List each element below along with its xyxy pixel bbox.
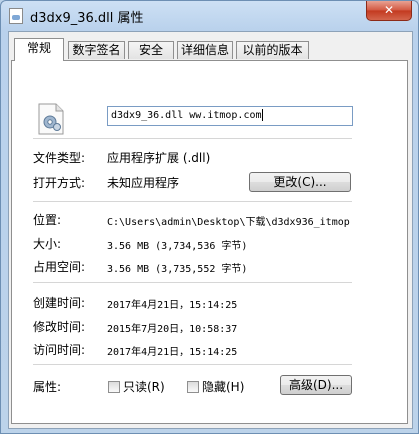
tab-digital-signatures[interactable]: 数字签名 (68, 41, 125, 59)
location-label: 位置: (33, 213, 62, 227)
created-value: 2017年4月21日，15:14:25 (107, 300, 238, 311)
accessed-value: 2017年4月21日，15:14:25 (107, 347, 238, 358)
properties-window: d3dx9_36.dll 属性 ✕ 常规 数字签名 安全 详细信息 以前的版本 … (0, 0, 419, 434)
created-label: 创建时间: (33, 296, 86, 310)
tab-security[interactable]: 安全 (128, 41, 174, 59)
separator (33, 364, 352, 365)
file-icon (9, 8, 23, 24)
hidden-label[interactable]: 隐藏(H) (202, 378, 244, 395)
change-button[interactable]: 更改(C)... (249, 172, 351, 192)
size-label: 大小: (33, 237, 62, 251)
size-value: 3.56 MB (3,734,536 字节) (107, 241, 248, 252)
disk-size-label: 占用空间: (33, 260, 86, 274)
tab-general[interactable]: 常规 (14, 38, 64, 61)
open-with-label: 打开方式: (33, 176, 86, 190)
filename-input[interactable]: d3dx9_36.dll ww.itmop.com (107, 106, 353, 126)
title-bar[interactable]: d3dx9_36.dll 属性 ✕ (1, 1, 418, 31)
close-button[interactable]: ✕ (366, 1, 412, 21)
separator (33, 282, 352, 283)
text-caret (261, 109, 263, 121)
readonly-label[interactable]: 只读(R) (123, 378, 165, 395)
dialog-client: 常规 数字签名 安全 详细信息 以前的版本 d3dx9_36.dll ww.it… (8, 31, 413, 429)
advanced-button[interactable]: 高级(D)... (280, 375, 352, 395)
attributes-label: 属性: (33, 380, 62, 394)
file-type-label: 文件类型: (33, 151, 86, 165)
filename-text: d3dx9_36.dll ww.itmop.com (111, 110, 262, 121)
file-type-value: 应用程序扩展 (.dll) (107, 151, 211, 165)
tab-details[interactable]: 详细信息 (177, 41, 233, 59)
tab-previous-versions[interactable]: 以前的版本 (236, 41, 309, 59)
accessed-label: 访问时间: (33, 343, 86, 357)
open-with-value: 未知应用程序 (107, 176, 180, 190)
modified-label: 修改时间: (33, 320, 86, 334)
readonly-checkbox[interactable] (108, 381, 120, 393)
dll-file-gear-icon (38, 103, 64, 135)
hidden-checkbox[interactable] (187, 381, 199, 393)
separator (33, 138, 352, 139)
window-title: d3dx9_36.dll 属性 (30, 11, 144, 26)
separator (33, 201, 352, 202)
disk-size-value: 3.56 MB (3,735,552 字节) (107, 264, 248, 275)
location-value: C:\Users\admin\Desktop\下载\d3dx936_itmop (107, 217, 350, 228)
modified-value: 2015年7月20日，10:58:37 (107, 324, 238, 335)
general-panel: d3dx9_36.dll ww.itmop.com 文件类型: 应用程序扩展 (… (11, 60, 408, 424)
